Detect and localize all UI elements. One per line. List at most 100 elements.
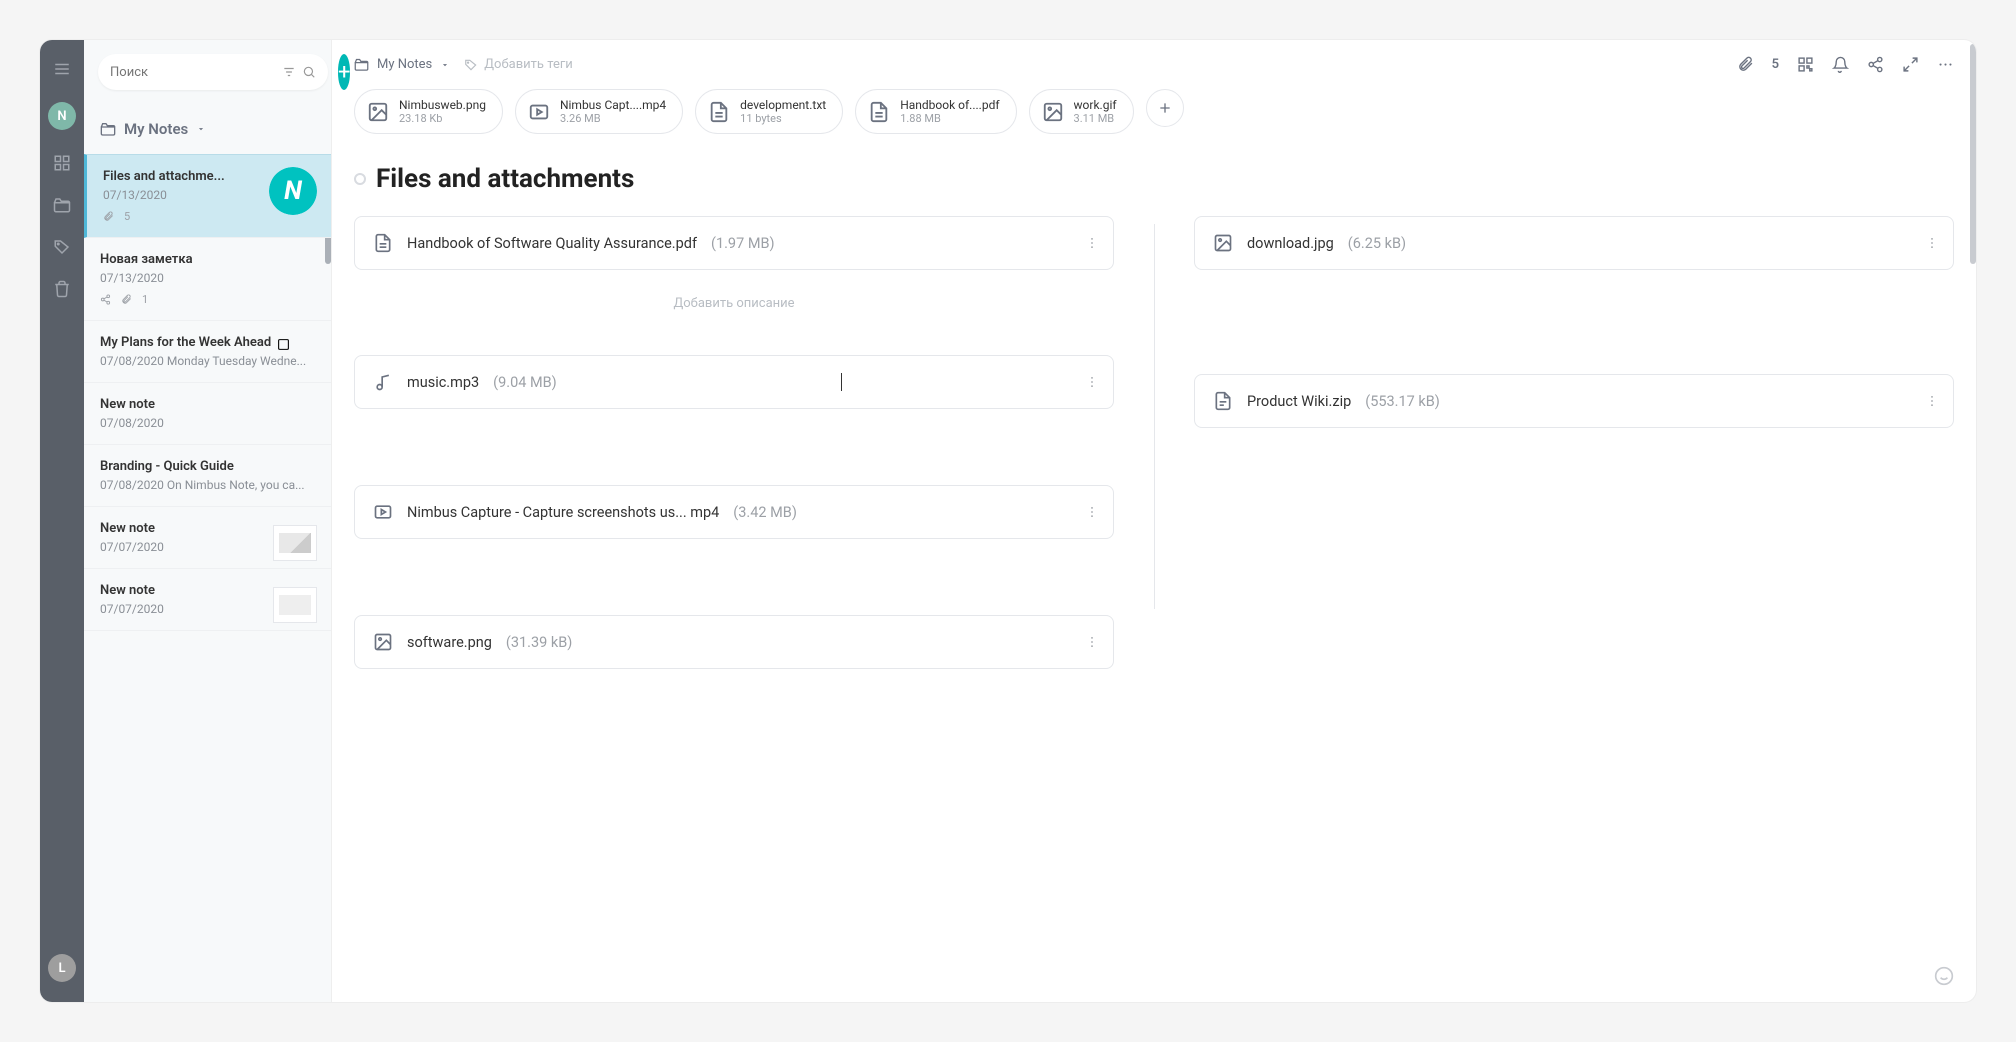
more-icon[interactable] <box>1937 56 1954 73</box>
more-vert-icon[interactable] <box>1085 635 1099 649</box>
attachment-chip[interactable]: Nimbus Capt....mp43.26 MB <box>515 89 683 134</box>
attachment-chip[interactable]: development.txt11 bytes <box>695 89 843 134</box>
note-excerpt: 07/08/2020 On Nimbus Note, you ca... <box>100 478 315 492</box>
note-item[interactable]: New note 07/07/2020 <box>84 507 331 569</box>
page-title[interactable]: Files and attachments <box>376 164 634 194</box>
file-card[interactable]: music.mp3 (9.04 MB) <box>354 355 1114 409</box>
sidebar: + My Notes Files and attachme... 07/13/2… <box>84 40 332 1002</box>
share-icon <box>100 294 111 305</box>
title-bullet <box>354 173 366 185</box>
note-item[interactable]: Branding - Quick Guide 07/08/2020 On Nim… <box>84 445 331 507</box>
note-date: 07/07/2020 <box>100 602 271 616</box>
column-divider <box>1154 224 1155 609</box>
file-icon <box>373 233 393 253</box>
chip-name: Nimbus Capt....mp4 <box>560 98 666 112</box>
filter-icon[interactable] <box>282 65 296 79</box>
chip-size: 3.11 MB <box>1074 112 1117 125</box>
folder-header[interactable]: My Notes <box>84 104 331 154</box>
image-icon <box>1042 101 1064 123</box>
note-title: My Plans for the Week Ahead <box>100 335 271 350</box>
add-tags[interactable]: Добавить теги <box>464 57 573 72</box>
search-field[interactable] <box>110 65 276 80</box>
attachment-chip[interactable]: work.gif3.11 MB <box>1029 89 1134 134</box>
file-size: (9.04 MB) <box>493 374 557 391</box>
emoji-icon[interactable] <box>1934 966 1954 986</box>
video-icon <box>373 502 393 522</box>
chip-size: 23.18 Kb <box>399 112 486 125</box>
more-vert-icon[interactable] <box>1925 236 1939 250</box>
more-vert-icon[interactable] <box>1085 236 1099 250</box>
chevron-down-icon <box>440 60 450 70</box>
user-avatar[interactable]: L <box>48 954 76 982</box>
nav-rail: N L <box>40 40 84 1002</box>
chip-name: development.txt <box>740 98 826 112</box>
archive-icon <box>1213 391 1233 411</box>
search-icon[interactable] <box>302 65 316 79</box>
trash-icon[interactable] <box>53 280 71 298</box>
file-name: music.mp3 <box>407 374 479 391</box>
attachment-chip[interactable]: Handbook of....pdf1.88 MB <box>855 89 1016 134</box>
chip-size: 11 bytes <box>740 112 826 125</box>
attachment-chip[interactable]: Nimbusweb.png23.18 Kb <box>354 89 503 134</box>
grid-icon[interactable] <box>53 154 71 172</box>
note-title: Branding - Quick Guide <box>100 459 315 474</box>
chip-size: 3.26 MB <box>560 112 666 125</box>
file-card[interactable]: Handbook of Software Quality Assurance.p… <box>354 216 1114 270</box>
main-panel: My Notes Добавить теги 5 Nimbusweb. <box>332 40 1976 1002</box>
note-item[interactable]: New note 07/07/2020 <box>84 569 331 631</box>
note-item[interactable]: Новая заметка 07/13/2020 1 <box>84 238 331 321</box>
video-icon <box>528 101 550 123</box>
attachments-count: 5 <box>1772 57 1779 72</box>
attach-count: 5 <box>124 210 130 223</box>
qr-icon[interactable] <box>1797 56 1814 73</box>
expand-icon[interactable] <box>1902 56 1919 73</box>
add-attachment-button[interactable] <box>1146 89 1184 127</box>
file-card[interactable]: Product Wiki.zip (553.17 kB) <box>1194 374 1954 428</box>
file-card[interactable]: download.jpg (6.25 kB) <box>1194 216 1954 270</box>
tags-placeholder: Добавить теги <box>484 57 573 72</box>
file-name: Product Wiki.zip <box>1247 393 1351 410</box>
bell-icon[interactable] <box>1832 56 1849 73</box>
more-vert-icon[interactable] <box>1085 375 1099 389</box>
file-size: (553.17 kB) <box>1365 393 1440 410</box>
folder-icon[interactable] <box>53 196 71 214</box>
file-icon <box>868 101 890 123</box>
note-date: 07/13/2020 <box>100 271 315 285</box>
note-date: 07/07/2020 <box>100 540 271 554</box>
tag-icon[interactable] <box>53 238 71 256</box>
file-size: (6.25 kB) <box>1348 235 1406 252</box>
breadcrumb[interactable]: My Notes <box>354 57 450 72</box>
note-item[interactable]: My Plans for the Week Ahead 07/08/2020 M… <box>84 321 331 383</box>
more-vert-icon[interactable] <box>1085 505 1099 519</box>
file-name: Nimbus Capture - Capture screenshots us.… <box>407 504 719 521</box>
note-title: New note <box>100 583 271 598</box>
workspace-avatar[interactable]: N <box>48 102 76 130</box>
more-vert-icon[interactable] <box>1925 394 1939 408</box>
note-item[interactable]: New note 07/08/2020 <box>84 383 331 445</box>
search-input[interactable] <box>98 54 328 90</box>
tag-icon <box>464 58 478 72</box>
description-placeholder[interactable]: Добавить описание <box>354 296 1114 311</box>
plus-icon <box>1157 100 1173 116</box>
chevron-down-icon <box>196 124 206 134</box>
file-card[interactable]: software.png (31.39 kB) <box>354 615 1114 669</box>
file-card[interactable]: Nimbus Capture - Capture screenshots us.… <box>354 485 1114 539</box>
breadcrumb-label: My Notes <box>377 57 432 72</box>
image-icon <box>1213 233 1233 253</box>
main-scrollbar-thumb[interactable] <box>1970 44 1976 264</box>
note-title: New note <box>100 397 315 412</box>
folder-name: My Notes <box>124 120 188 138</box>
image-icon <box>373 632 393 652</box>
menu-icon[interactable] <box>53 60 71 78</box>
chip-size: 1.88 MB <box>900 112 999 125</box>
paperclip-icon[interactable] <box>1737 56 1754 73</box>
folder-icon <box>354 57 369 72</box>
note-title: Files and attachme... <box>103 169 271 184</box>
note-thumbnail <box>273 587 317 623</box>
share-icon[interactable] <box>1867 56 1884 73</box>
image-icon <box>367 101 389 123</box>
note-date: 07/13/2020 <box>103 188 271 202</box>
note-item[interactable]: Files and attachme... 07/13/2020 5 N <box>84 154 331 238</box>
file-name: software.png <box>407 634 492 651</box>
file-size: (3.42 MB) <box>733 504 797 521</box>
